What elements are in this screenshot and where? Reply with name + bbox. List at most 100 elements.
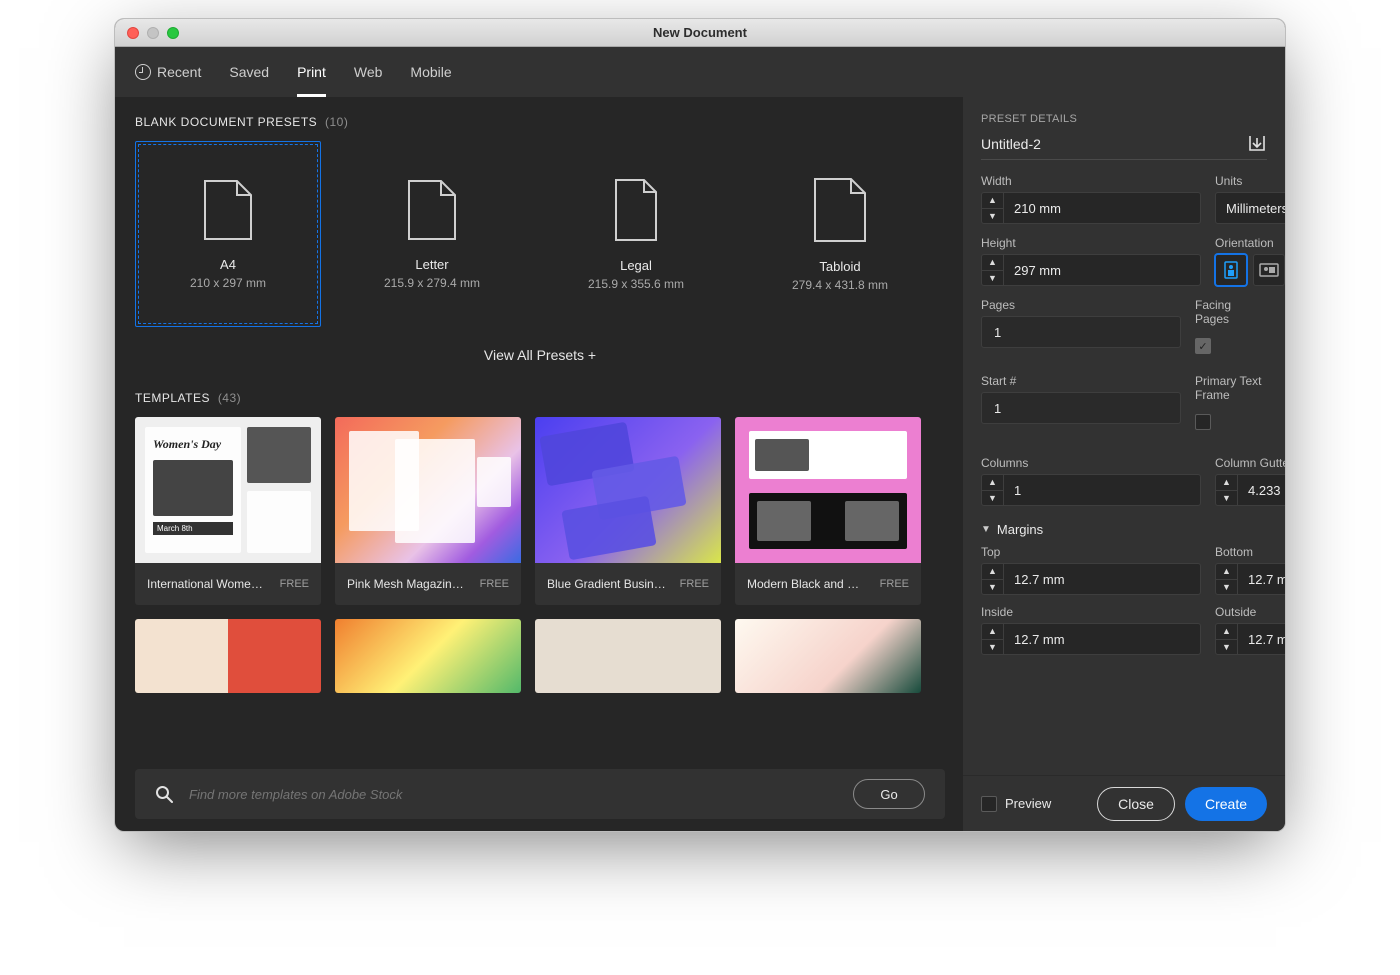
tab-recent[interactable]: Recent <box>135 47 201 97</box>
chevron-down-icon: ▼ <box>981 524 991 535</box>
template-card[interactable] <box>335 619 521 693</box>
stock-search-input[interactable] <box>189 787 837 802</box>
margin-top-input[interactable] <box>1004 564 1200 594</box>
minimize-window-icon[interactable] <box>147 27 159 39</box>
main-panel: BLANK DOCUMENT PRESETS (10) A4 210 x 297… <box>115 97 963 831</box>
page-icon <box>203 179 253 241</box>
primary-text-frame-label: Primary Text Frame <box>1195 374 1267 402</box>
pages-label: Pages <box>981 298 1181 312</box>
close-button[interactable]: Close <box>1097 787 1175 821</box>
pages-input[interactable] <box>982 317 1180 347</box>
gutter-field[interactable]: ▲▼ <box>1215 474 1285 506</box>
start-num-field[interactable] <box>981 392 1181 424</box>
close-window-icon[interactable] <box>127 27 139 39</box>
template-card[interactable]: Modern Black and W…FREE <box>735 417 921 605</box>
create-button[interactable]: Create <box>1185 787 1267 821</box>
gutter-label: Column Gutter <box>1215 456 1285 470</box>
go-button[interactable]: Go <box>853 779 925 809</box>
clock-icon <box>135 64 151 80</box>
margin-bottom-field[interactable]: ▲▼ <box>1215 563 1285 595</box>
pages-field[interactable] <box>981 316 1181 348</box>
orientation-portrait[interactable] <box>1215 254 1247 286</box>
gutter-input[interactable] <box>1238 475 1285 505</box>
save-preset-icon[interactable] <box>1247 135 1267 153</box>
units-label: Units <box>1215 174 1285 188</box>
sidebar-footer: Preview Close Create <box>963 775 1285 831</box>
margin-inside-input[interactable] <box>1004 624 1200 654</box>
sidebar-scroll[interactable]: PRESET DETAILS Width ▲▼ <box>963 97 1285 775</box>
columns-field[interactable]: ▲▼ <box>981 474 1201 506</box>
preview-toggle[interactable]: Preview <box>981 796 1051 812</box>
preset-legal[interactable]: Legal 215.9 x 355.6 mm <box>543 141 729 327</box>
width-input[interactable] <box>1004 193 1200 223</box>
template-card[interactable] <box>735 619 921 693</box>
margin-outside-field[interactable]: ▲▼ <box>1215 623 1285 655</box>
preset-a4[interactable]: A4 210 x 297 mm <box>135 141 321 327</box>
margin-outside-label: Outside <box>1215 605 1285 619</box>
template-thumb <box>335 417 521 563</box>
primary-text-frame-checkbox[interactable]: ✓ <box>1195 414 1211 430</box>
template-card[interactable]: Blue Gradient Busine…FREE <box>535 417 721 605</box>
stock-search-bar: Go <box>135 769 945 819</box>
margin-bottom-input[interactable] <box>1238 564 1285 594</box>
page-icon <box>813 177 867 243</box>
height-label: Height <box>981 236 1201 250</box>
facing-pages-label: Facing Pages <box>1195 298 1267 326</box>
new-document-window: New Document Recent Saved Print Web Mobi… <box>114 18 1286 832</box>
tab-mobile[interactable]: Mobile <box>410 47 451 97</box>
template-thumb <box>735 417 921 563</box>
margin-inside-field[interactable]: ▲▼ <box>981 623 1201 655</box>
orientation-landscape[interactable] <box>1253 254 1285 286</box>
zoom-window-icon[interactable] <box>167 27 179 39</box>
window-title: New Document <box>653 25 747 40</box>
doc-name-row <box>981 135 1267 160</box>
tab-web[interactable]: Web <box>354 47 383 97</box>
template-card[interactable]: Pink Mesh Magazine…FREE <box>335 417 521 605</box>
templates-heading: TEMPLATES (43) <box>135 391 945 405</box>
margin-top-field[interactable]: ▲▼ <box>981 563 1201 595</box>
units-select[interactable]: Millimeters ▼ <box>1215 192 1285 224</box>
start-num-label: Start # <box>981 374 1181 388</box>
orientation-label: Orientation <box>1215 236 1285 250</box>
preset-name: A4 <box>220 257 236 272</box>
preset-letter[interactable]: Letter 215.9 x 279.4 mm <box>339 141 525 327</box>
margin-inside-label: Inside <box>981 605 1201 619</box>
preset-size: 210 x 297 mm <box>190 276 266 290</box>
width-up[interactable]: ▲ <box>982 193 1003 209</box>
main-scroll[interactable]: BLANK DOCUMENT PRESETS (10) A4 210 x 297… <box>135 115 963 831</box>
tab-print[interactable]: Print <box>297 47 326 97</box>
start-num-input[interactable] <box>982 393 1180 423</box>
template-card[interactable] <box>135 619 321 693</box>
margin-outside-input[interactable] <box>1238 624 1285 654</box>
facing-pages-checkbox[interactable]: ✓ <box>1195 338 1211 354</box>
preset-details-header: PRESET DETAILS <box>981 113 1267 125</box>
tab-saved[interactable]: Saved <box>229 47 269 97</box>
titlebar: New Document <box>115 19 1285 47</box>
page-icon <box>614 178 658 242</box>
tab-recent-label: Recent <box>157 64 201 80</box>
document-name-input[interactable] <box>981 136 1247 152</box>
template-card[interactable] <box>535 619 721 693</box>
template-card[interactable]: Women's Day March 8th International Wome… <box>135 417 321 605</box>
columns-input[interactable] <box>1004 475 1200 505</box>
template-thumb <box>535 417 721 563</box>
template-thumb: Women's Day March 8th <box>135 417 321 563</box>
preset-tabloid[interactable]: Tabloid 279.4 x 431.8 mm <box>747 141 933 327</box>
presets-row: A4 210 x 297 mm Letter 215.9 x 279.4 mm <box>135 141 945 327</box>
margins-block: Top ▲▼ Bottom ▲▼ Inside ▲▼ Outside <box>981 545 1267 655</box>
width-field[interactable]: ▲▼ <box>981 192 1201 224</box>
margins-disclosure[interactable]: ▼ Margins <box>981 522 1267 537</box>
presets-heading: BLANK DOCUMENT PRESETS (10) <box>135 115 945 129</box>
window-controls <box>127 27 179 39</box>
height-input[interactable] <box>1004 255 1200 285</box>
view-all-presets[interactable]: View All Presets + <box>135 347 945 363</box>
preview-checkbox[interactable] <box>981 796 997 812</box>
margin-top-label: Top <box>981 545 1201 559</box>
page-icon <box>407 179 457 241</box>
templates-grid: Women's Day March 8th International Wome… <box>135 417 945 693</box>
height-field[interactable]: ▲▼ <box>981 254 1201 286</box>
columns-label: Columns <box>981 456 1201 470</box>
search-icon <box>155 785 173 803</box>
width-down[interactable]: ▼ <box>982 209 1003 224</box>
margin-bottom-label: Bottom <box>1215 545 1285 559</box>
